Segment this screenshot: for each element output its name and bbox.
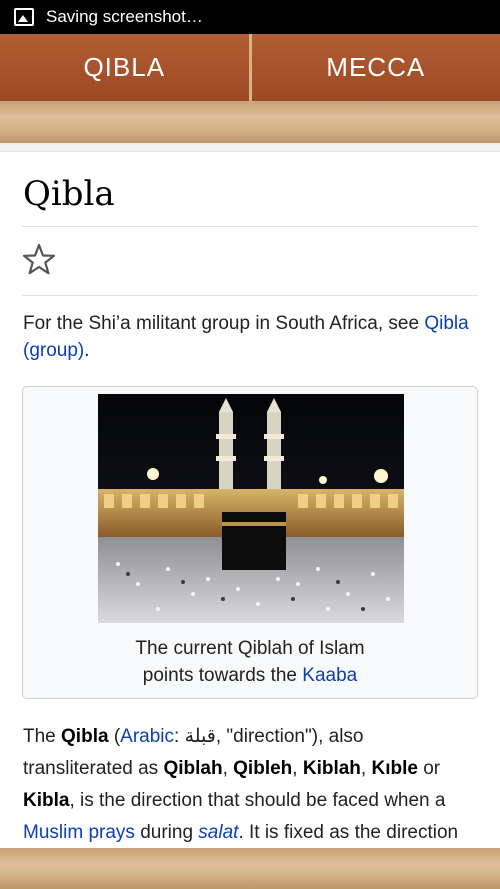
kaaba-photo[interactable] <box>98 394 404 623</box>
caption-text: points towards the <box>142 665 303 686</box>
link-salat[interactable]: salat <box>198 822 238 843</box>
figure-caption: The current Qiblah of Islam points towar… <box>23 635 477 689</box>
status-notification-text: Saving screenshot… <box>46 7 203 26</box>
figure-box: The current Qiblah of Islam points towar… <box>22 386 478 699</box>
bold-term: Qibla <box>61 726 109 747</box>
article-actions <box>0 227 500 295</box>
hatnote-text: For the Shi’a militant group in South Af… <box>23 313 425 334</box>
lead-paragraph: The Qibla (Arabic: قبلة, "direction"), a… <box>23 726 459 843</box>
article-top-edge <box>0 143 500 152</box>
actions-divider <box>22 295 478 296</box>
status-bar: Saving screenshot… <box>0 0 500 34</box>
arabic-text: قبلة <box>184 726 216 747</box>
page-title: Qibla <box>23 174 115 214</box>
tab-bar: QIBLA MECCA <box>0 34 500 101</box>
link-prays[interactable]: prays <box>88 822 134 843</box>
image-icon <box>14 8 34 26</box>
link-kaaba[interactable]: Kaaba <box>302 665 357 686</box>
hatnote-suffix: . <box>84 340 90 361</box>
tab-mecca[interactable]: MECCA <box>248 34 500 101</box>
caption-line-2: points towards the Kaaba <box>23 662 477 689</box>
hatnote: For the Shi’a militant group in South Af… <box>23 310 476 364</box>
parchment-footer-band <box>0 848 500 889</box>
bold-term: Kiblah <box>302 758 361 779</box>
caption-line-1: The current Qiblah of Islam <box>135 638 365 659</box>
bold-term: Kibla <box>23 790 70 811</box>
tab-qibla[interactable]: QIBLA <box>0 34 249 101</box>
star-outline-icon[interactable] <box>22 243 56 280</box>
bold-term: Qibleh <box>233 758 293 779</box>
article-view[interactable]: Qibla For the Shi’a militant group in So… <box>0 143 500 848</box>
bold-term: Qiblah <box>163 758 223 779</box>
link-arabic[interactable]: Arabic <box>120 726 174 747</box>
parchment-header-band <box>0 101 500 143</box>
bold-term: Kıble <box>371 758 418 779</box>
link-muslim[interactable]: Muslim <box>23 822 83 843</box>
